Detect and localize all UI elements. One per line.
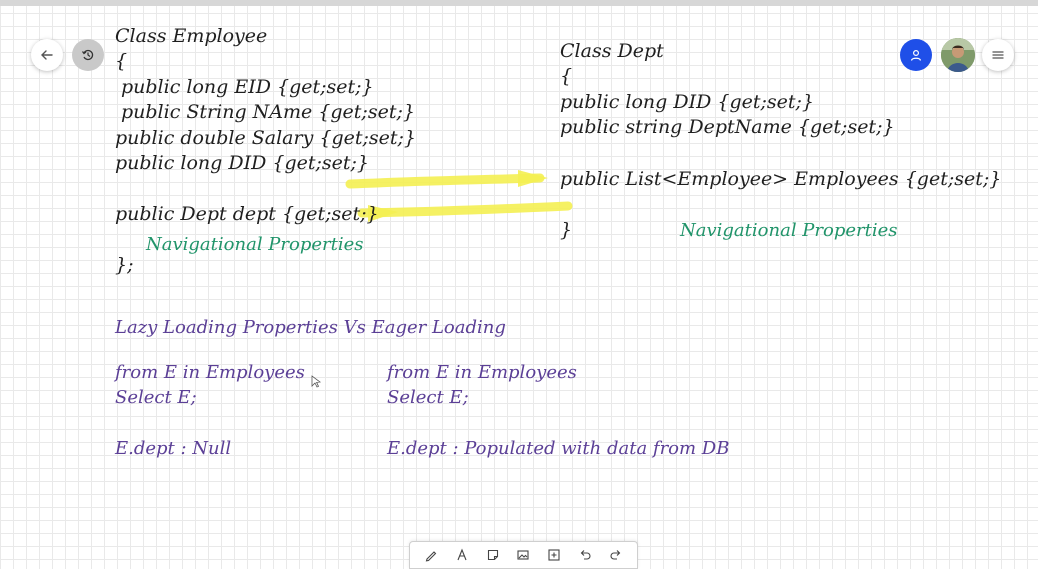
lazy-result: E.dept : Null bbox=[114, 438, 231, 459]
add-box-tool-button[interactable] bbox=[545, 546, 563, 564]
employee-open-brace: { bbox=[115, 50, 127, 72]
undo-button[interactable] bbox=[576, 546, 594, 564]
lazy-query-line2: Select E; bbox=[115, 387, 197, 408]
dept-deptname-line: public string DeptName {get;set;} bbox=[560, 116, 895, 138]
employee-close-brace: }; bbox=[115, 254, 134, 276]
dept-nav-note: Navigational Properties bbox=[679, 220, 898, 241]
eager-query-line2: Select E; bbox=[387, 387, 469, 408]
dept-employees-line: public List<Employee> Employees {get;set… bbox=[560, 168, 1001, 190]
loading-heading: Lazy Loading Properties Vs Eager Loading bbox=[114, 317, 506, 338]
eager-query-line1: from E in Employees bbox=[385, 362, 577, 383]
redo-icon bbox=[610, 550, 620, 560]
sticky-note-tool-button[interactable] bbox=[484, 546, 502, 564]
text-icon bbox=[457, 548, 467, 561]
dept-open-brace: { bbox=[560, 65, 572, 87]
employee-did-line: public long DID {get;set;} bbox=[115, 152, 369, 174]
dept-class-title: Class Dept bbox=[560, 40, 664, 62]
image-icon bbox=[517, 550, 530, 560]
employee-name-line: public String NAme {get;set;} bbox=[121, 101, 415, 123]
employee-dept-line: public Dept dept {get;set;} bbox=[115, 203, 379, 225]
redo-button[interactable] bbox=[607, 546, 625, 564]
whiteboard-canvas[interactable]: Class Employee { public long EID {get;se… bbox=[0, 0, 1038, 565]
add-box-icon bbox=[548, 549, 560, 561]
mouse-cursor-icon bbox=[311, 375, 322, 388]
employee-salary-line: public double Salary {get;set;} bbox=[115, 127, 416, 149]
lazy-query-line1: from E in Employees bbox=[113, 362, 305, 383]
employee-nav-note: Navigational Properties bbox=[145, 234, 364, 255]
employee-eid-line: public long EID {get;set;} bbox=[121, 76, 374, 98]
highlighter-arrow-to-employee bbox=[357, 201, 573, 222]
eager-result: E.dept : Populated with data from DB bbox=[386, 438, 729, 459]
image-tool-button[interactable] bbox=[514, 546, 532, 564]
pen-tool-button[interactable] bbox=[422, 546, 440, 564]
pen-icon bbox=[426, 551, 437, 562]
highlighter-arrow-to-dept bbox=[345, 170, 548, 189]
text-tool-button[interactable] bbox=[453, 546, 471, 564]
undo-icon bbox=[580, 550, 591, 560]
dept-close-brace: } bbox=[560, 219, 572, 241]
employee-class-title: Class Employee bbox=[115, 25, 267, 47]
dept-did-line: public long DID {get;set;} bbox=[560, 91, 814, 113]
sticky-note-icon bbox=[487, 549, 498, 561]
